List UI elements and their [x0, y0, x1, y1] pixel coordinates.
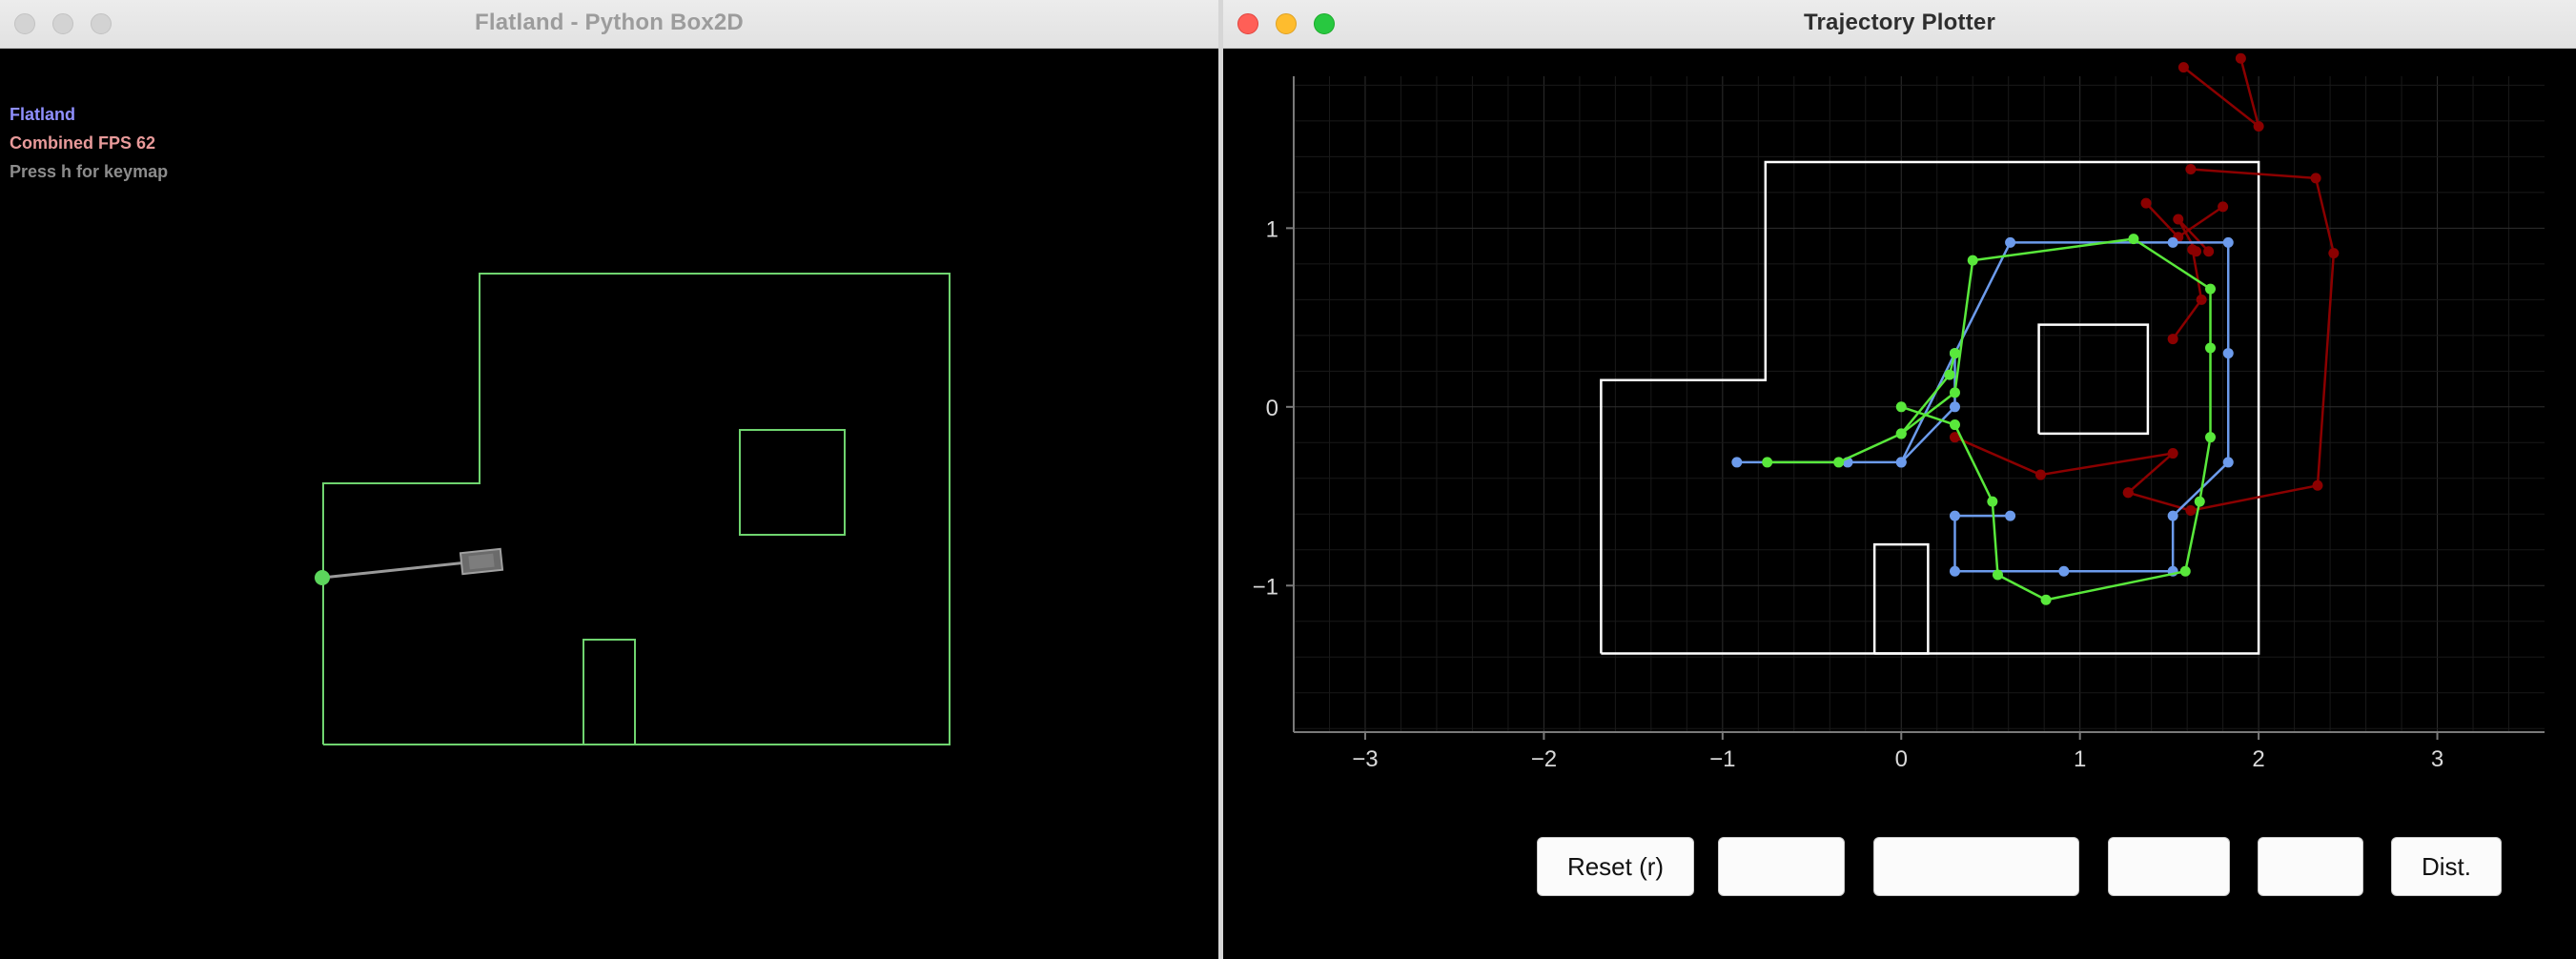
trajectory-point [1949, 510, 1960, 521]
trajectory-point [1987, 496, 1998, 507]
trajectory-point [2128, 234, 2139, 245]
trajectory-line [1767, 237, 2212, 602]
toolbar-button-2[interactable] [1718, 837, 1845, 896]
trajectory-point [2187, 244, 2198, 255]
square-obstacle [739, 429, 846, 536]
trajectory-point [2167, 448, 2178, 459]
map-walls [322, 273, 951, 745]
y-tick-label: 0 [1266, 396, 1278, 421]
trajectory-point [2005, 236, 2016, 248]
trajectory-point [1949, 348, 1960, 359]
trajectory-point [2167, 334, 2178, 345]
trajectory-point [1895, 401, 1907, 413]
trajectory-point [2005, 510, 2016, 521]
trajectory-point [2253, 120, 2264, 132]
trajectory-point [2218, 201, 2229, 213]
trajectory-point [2058, 565, 2070, 577]
trajectory-point [2205, 283, 2217, 295]
trajectory-point [2034, 469, 2046, 480]
doorway-obstacle [583, 639, 636, 745]
trajectory-point [2173, 214, 2184, 225]
trajectory-point [2222, 236, 2234, 248]
trajectory-point [1949, 401, 1960, 413]
trajectory-line [2182, 57, 2261, 130]
trajectory-point [2122, 487, 2134, 499]
x-tick-label: −2 [1531, 746, 1557, 772]
x-tick-label: −3 [1352, 746, 1378, 772]
y-tick-label: 1 [1266, 216, 1278, 242]
trajectory-point [2179, 565, 2191, 577]
toolbar-button-3[interactable] [1873, 837, 2079, 896]
trajectory-point [2196, 294, 2207, 305]
trajectory-point [2185, 505, 2197, 517]
trajectory-point [1731, 457, 1743, 468]
trajectory-point [2222, 457, 2234, 468]
trajectory-point [1833, 457, 1845, 468]
x-tick-label: 0 [1895, 746, 1908, 772]
x-tick-label: 2 [2252, 746, 2264, 772]
robot[interactable] [459, 547, 504, 576]
trajectory-point [2177, 62, 2189, 73]
trajectory-point [2140, 197, 2152, 209]
toolbar-button-5[interactable] [2258, 837, 2363, 896]
trajectory-point [2167, 236, 2178, 248]
trajectory-point [2194, 496, 2205, 507]
trajectory-point [2310, 173, 2321, 184]
x-tick-label: −1 [1709, 746, 1735, 772]
trajectory-point [1895, 457, 1907, 468]
trajectory-point [1949, 419, 1960, 431]
x-tick-label: 1 [2074, 746, 2086, 772]
trajectory-point [1762, 457, 1773, 468]
trajectory-point [2185, 163, 2197, 174]
trajectory-plot[interactable]: −3 −2 −1 0 1 2 3 −1 0 1 [1223, 0, 2576, 959]
trajectory-point [2040, 594, 2052, 605]
trajectory-point [1967, 255, 1978, 266]
trajectory-point [2328, 248, 2340, 259]
y-tick-label: −1 [1253, 574, 1278, 600]
toolbar-button-4[interactable] [2108, 837, 2230, 896]
trajectory-point [1944, 369, 1955, 380]
distance-button[interactable]: Dist. [2391, 837, 2502, 896]
lidar-hit-point [315, 570, 330, 585]
simulation-canvas[interactable] [0, 0, 1218, 959]
trajectory-point [2222, 348, 2234, 359]
flatland-window: Flatland - Python Box2D Flatland Combine… [0, 0, 1218, 959]
reset-button[interactable]: Reset (r) [1537, 837, 1694, 896]
x-tick-label: 3 [2431, 746, 2443, 772]
trajectory-point [1992, 569, 2003, 581]
trajectory-point [1949, 565, 1960, 577]
trajectory-line [1953, 436, 2177, 494]
trajectory-point [2235, 52, 2246, 64]
trajectory-point [1895, 428, 1907, 439]
trajectory-point [2205, 342, 2217, 354]
obstacle-outline [2037, 323, 2150, 436]
trajectory-point [2203, 246, 2215, 257]
map-outline [1600, 160, 2260, 655]
trajectory-point [2312, 480, 2323, 491]
lidar-ray [321, 561, 468, 580]
trajectory-point [1949, 387, 1960, 398]
trajectory-point [2205, 432, 2217, 443]
trajectory-plotter-window: Trajectory Plotter −3 −2 −1 0 1 2 3 −1 0 1 Reset … [1223, 0, 2576, 959]
trajectory-point [2167, 510, 2178, 521]
